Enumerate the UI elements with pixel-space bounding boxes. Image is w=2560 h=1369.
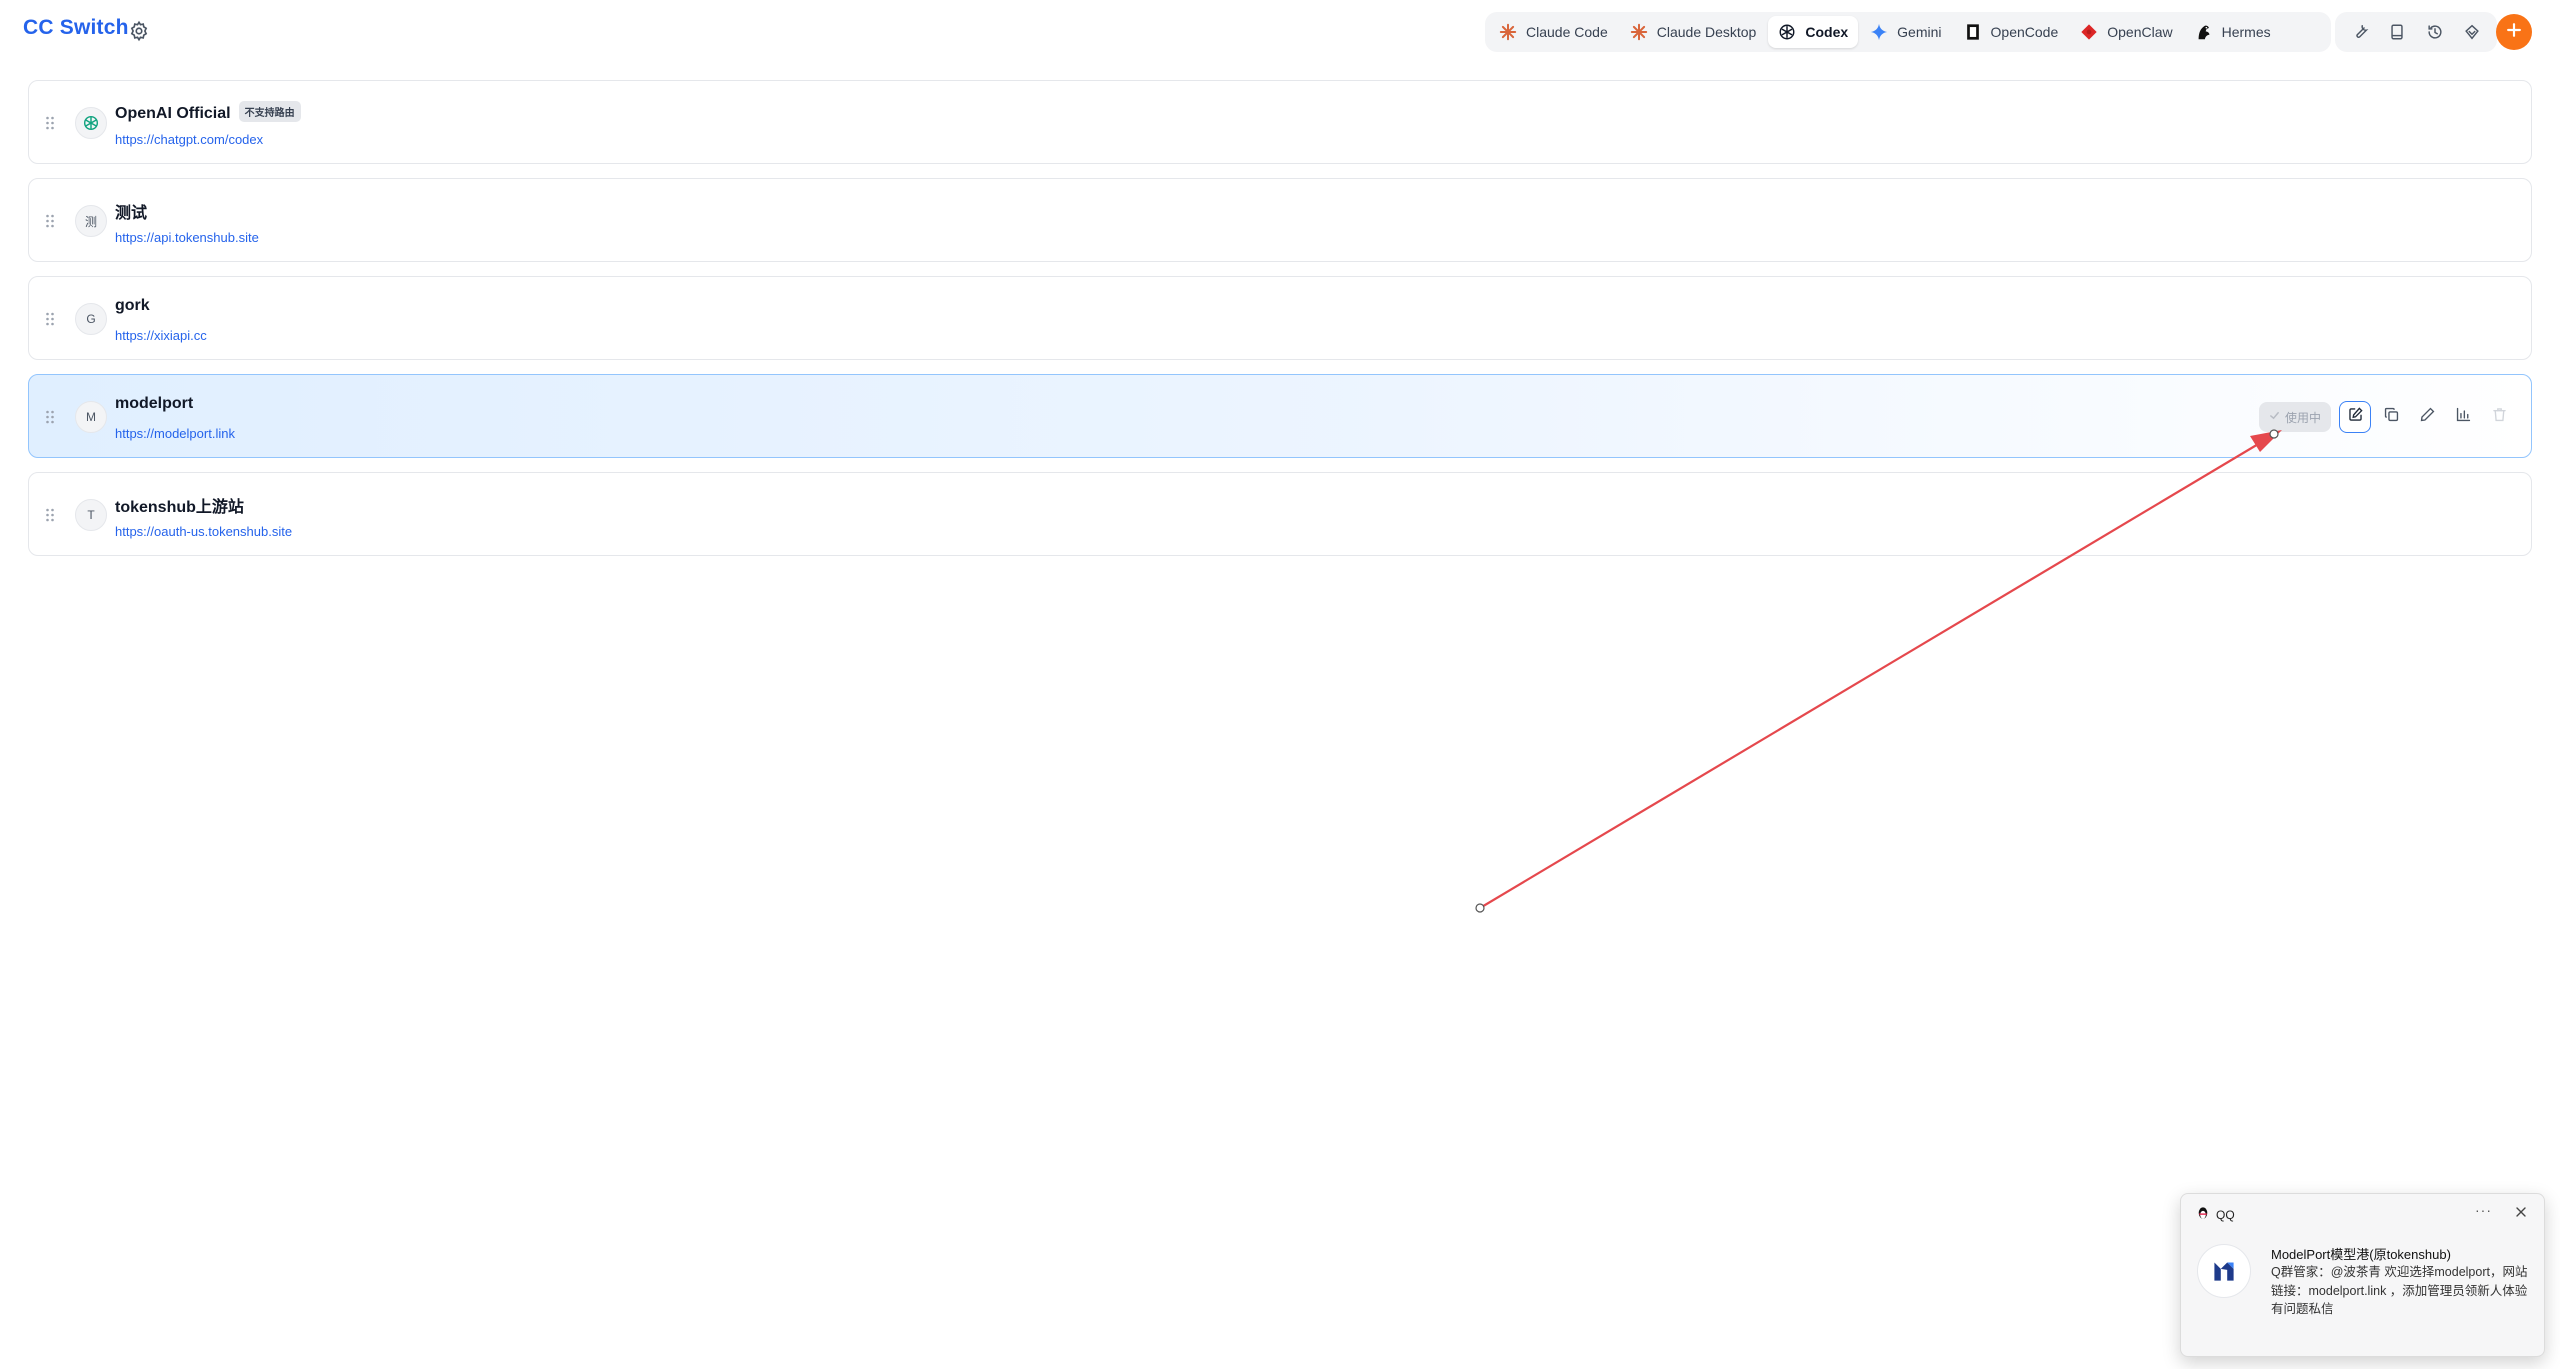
provider-card[interactable]: 测 测试 https://api.tokenshub.site [28,178,2532,262]
gemini-icon [1870,23,1888,41]
trash-icon [2491,406,2508,428]
toast-app: QQ [2197,1206,2235,1223]
provider-url[interactable]: https://oauth-us.tokenshub.site [115,524,292,539]
chart-icon [2455,406,2472,428]
routing-badge: 不支持路由 [238,101,301,122]
drag-handle-icon[interactable] [45,115,55,131]
drag-handle-icon[interactable] [45,409,55,425]
edit-config-button[interactable] [2339,401,2371,433]
check-icon [2269,410,2280,424]
in-use-button[interactable]: 使用中 [2258,402,2331,432]
top-bar: CC Switch Claude Code Claude Desktop Cod… [0,0,2560,64]
modelport-logo [2197,1244,2251,1298]
toast-body: Q群管家：@波茶青 欢迎选择modelport，网站链接：modelport.l… [2271,1265,2528,1316]
tab-opencode[interactable]: OpenCode [1954,16,2069,48]
toast-app-name: QQ [2216,1207,2235,1222]
tab-gemini[interactable]: Gemini [1860,16,1951,48]
delete-button[interactable] [2483,401,2515,433]
drag-handle-icon[interactable] [45,213,55,229]
tab-label: Claude Code [1526,24,1608,40]
history-icon[interactable] [2420,17,2450,47]
tab-openclaw[interactable]: OpenClaw [2070,16,2182,48]
provider-url[interactable]: https://xixiapi.cc [115,328,207,343]
drag-handle-icon[interactable] [45,311,55,327]
provider-card[interactable]: OpenAI Official 不支持路由 https://chatgpt.com… [28,80,2532,164]
provider-name-wrap: OpenAI Official 不支持路由 [115,101,301,123]
toast-title: ModelPort模型港(原tokenshub) [2271,1247,2451,1262]
copy-icon [2383,406,2400,428]
drag-handle-icon[interactable] [45,507,55,523]
openai-icon [1778,23,1796,41]
toolbar [2335,12,2497,52]
tab-claude-desktop[interactable]: Claude Desktop [1620,16,1767,48]
provider-avatar: T [75,499,107,531]
wrench-icon[interactable] [2345,17,2375,47]
more-options-icon[interactable]: ··· [2475,1202,2492,1218]
in-use-label: 使用中 [2284,410,2321,425]
provider-actions: 使用中 [2258,401,2515,433]
provider-url[interactable]: https://chatgpt.com/codex [115,132,263,147]
claude-icon [1630,23,1648,41]
tab-label: Gemini [1897,24,1942,40]
provider-avatar: M [75,401,107,433]
tab-codex[interactable]: Codex [1768,16,1859,48]
app-title: CC Switch [23,16,129,39]
close-icon[interactable] [2514,1205,2528,1219]
tab-label: Claude Desktop [1656,24,1757,40]
tab-hermes[interactable]: Hermes [2185,16,2281,48]
provider-url[interactable]: https://api.tokenshub.site [115,230,259,245]
add-provider-button[interactable] [2496,14,2532,50]
tab-label: Hermes [2221,24,2271,40]
provider-name: gork [115,297,150,314]
qq-notification[interactable]: QQ ··· ModelPort模型港(原tokenshub) Q群管家：@波茶… [2180,1193,2545,1357]
tab-claude-code[interactable]: Claude Code [1489,16,1618,48]
provider-card-active[interactable]: M modelport https://modelport.link 使用中 [28,374,2532,458]
provider-url[interactable]: https://modelport.link [115,426,235,441]
pencil-icon [2419,406,2436,428]
provider-card[interactable]: G gork https://xixiapi.cc [28,276,2532,360]
provider-name: tokenshub上游站 [115,499,244,516]
tab-label: OpenClaw [2107,24,2173,40]
provider-avatar: G [75,303,107,335]
radar-icon[interactable] [2457,17,2487,47]
hermes-icon [2195,23,2213,41]
usage-stats-button[interactable] [2447,401,2479,433]
duplicate-button[interactable] [2375,401,2407,433]
openclaw-icon [2080,23,2098,41]
qq-penguin-icon [2197,1206,2209,1223]
provider-name: 测试 [115,205,148,222]
rename-button[interactable] [2411,401,2443,433]
settings-icon[interactable] [128,20,150,42]
provider-name: OpenAI Official [115,105,231,122]
provider-card[interactable]: T tokenshub上游站 https://oauth-us.tokenshu… [28,472,2532,556]
tab-label: OpenCode [1990,24,2059,40]
plus-icon [2505,21,2523,44]
tab-label: Codex [1805,24,1849,40]
provider-name: modelport [115,395,194,412]
openai-icon [75,107,107,139]
provider-avatar: 测 [75,205,107,237]
edit-icon [2347,406,2364,428]
opencode-icon [1964,23,1982,41]
app-tabs: Claude Code Claude Desktop Codex Gemini … [1485,12,2331,52]
book-icon[interactable] [2382,17,2412,47]
claude-icon [1499,23,1517,41]
